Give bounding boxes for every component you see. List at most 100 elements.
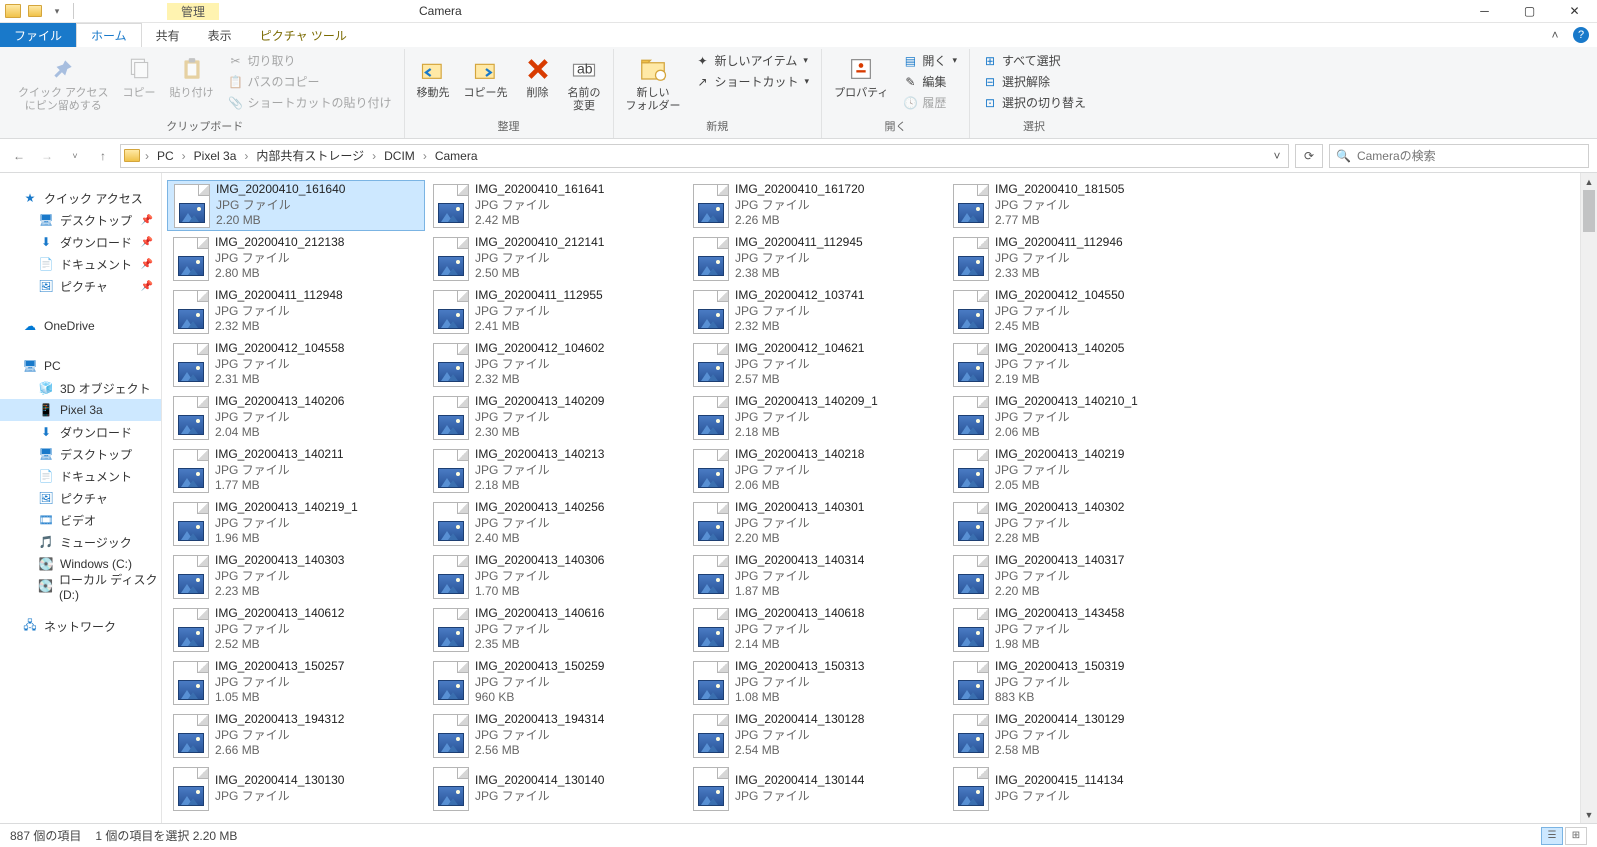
cut-button[interactable]: ✂切り取り xyxy=(224,51,396,70)
file-item[interactable]: IMG_20200413_140210_1JPG ファイル2.06 MB xyxy=(947,392,1205,443)
file-item[interactable]: IMG_20200413_140218JPG ファイル2.06 MB xyxy=(687,445,945,496)
tree-downloads2[interactable]: ⬇ダウンロード xyxy=(0,421,161,443)
open-button[interactable]: ▤開く▾ xyxy=(898,51,961,70)
help-button[interactable]: ? xyxy=(1573,27,1589,43)
file-item[interactable]: IMG_20200410_212138JPG ファイル2.80 MB xyxy=(167,233,425,284)
file-item[interactable]: IMG_20200410_212141JPG ファイル2.50 MB xyxy=(427,233,685,284)
file-item[interactable]: IMG_20200412_104621JPG ファイル2.57 MB xyxy=(687,339,945,390)
file-item[interactable]: IMG_20200413_150319JPG ファイル883 KB xyxy=(947,657,1205,708)
forward-button[interactable]: → xyxy=(36,145,58,167)
tree-music[interactable]: 🎵ミュージック xyxy=(0,531,161,553)
file-item[interactable]: IMG_20200414_130128JPG ファイル2.54 MB xyxy=(687,710,945,761)
tab-share[interactable]: 共有 xyxy=(142,23,194,47)
properties-button[interactable]: プロパティ xyxy=(830,51,892,102)
chevron-right-icon[interactable]: › xyxy=(370,149,378,163)
file-item[interactable]: IMG_20200412_104550JPG ファイル2.45 MB xyxy=(947,286,1205,337)
select-all-button[interactable]: ⊞すべて選択 xyxy=(978,51,1090,70)
navigation-tree[interactable]: ★クイック アクセス 🖥デスクトップ📌 ⬇ダウンロード📌 📄ドキュメント📌 🖼ピ… xyxy=(0,173,162,823)
file-item[interactable]: IMG_20200410_161640JPG ファイル2.20 MB xyxy=(167,180,425,231)
breadcrumb-camera[interactable]: Camera xyxy=(431,145,482,167)
file-item[interactable]: IMG_20200413_140616JPG ファイル2.35 MB xyxy=(427,604,685,655)
chevron-right-icon[interactable]: › xyxy=(242,149,250,163)
file-item[interactable]: IMG_20200413_140302JPG ファイル2.28 MB xyxy=(947,498,1205,549)
maximize-button[interactable]: ▢ xyxy=(1507,0,1552,23)
breadcrumb-dcim[interactable]: DCIM xyxy=(380,145,419,167)
file-item[interactable]: IMG_20200411_112948JPG ファイル2.32 MB xyxy=(167,286,425,337)
tree-pc[interactable]: 🖥PC xyxy=(0,355,161,377)
file-item[interactable]: IMG_20200413_140256JPG ファイル2.40 MB xyxy=(427,498,685,549)
delete-button[interactable]: 削除 xyxy=(518,51,558,102)
file-item[interactable]: IMG_20200413_140317JPG ファイル2.20 MB xyxy=(947,551,1205,602)
recent-dropdown[interactable]: ˅ xyxy=(64,145,86,167)
invert-selection-button[interactable]: ⊡選択の切り替え xyxy=(978,93,1090,112)
minimize-button[interactable]: ─ xyxy=(1462,0,1507,23)
tree-pictures2[interactable]: 🖼ピクチャ xyxy=(0,487,161,509)
breadcrumb-pc[interactable]: PC xyxy=(153,145,178,167)
tree-quick-access[interactable]: ★クイック アクセス xyxy=(0,187,161,209)
file-item[interactable]: IMG_20200415_114134JPG ファイル xyxy=(947,763,1205,814)
tab-picture-tools[interactable]: ピクチャ ツール xyxy=(246,23,361,47)
file-item[interactable]: IMG_20200413_150257JPG ファイル1.05 MB xyxy=(167,657,425,708)
breadcrumb-storage[interactable]: 内部共有ストレージ xyxy=(252,145,368,167)
scroll-up-button[interactable]: ▲ xyxy=(1581,173,1597,190)
qat-dropdown[interactable]: ▾ xyxy=(48,2,66,20)
file-item[interactable]: IMG_20200411_112945JPG ファイル2.38 MB xyxy=(687,233,945,284)
file-item[interactable]: IMG_20200412_104602JPG ファイル2.32 MB xyxy=(427,339,685,390)
file-item[interactable]: IMG_20200410_181505JPG ファイル2.77 MB xyxy=(947,180,1205,231)
file-item[interactable]: IMG_20200413_140209JPG ファイル2.30 MB xyxy=(427,392,685,443)
tree-desktop2[interactable]: 🖥デスクトップ xyxy=(0,443,161,465)
file-item[interactable]: IMG_20200411_112955JPG ファイル2.41 MB xyxy=(427,286,685,337)
file-item[interactable]: IMG_20200413_194314JPG ファイル2.56 MB xyxy=(427,710,685,761)
file-item[interactable]: IMG_20200412_104558JPG ファイル2.31 MB xyxy=(167,339,425,390)
file-item[interactable]: IMG_20200413_140213JPG ファイル2.18 MB xyxy=(427,445,685,496)
chevron-right-icon[interactable]: › xyxy=(180,149,188,163)
edit-button[interactable]: ✎編集 xyxy=(898,72,961,91)
scroll-thumb[interactable] xyxy=(1583,190,1595,232)
copy-button[interactable]: コピー xyxy=(119,51,160,102)
chevron-right-icon[interactable]: › xyxy=(421,149,429,163)
rename-button[interactable]: ab 名前の 変更 xyxy=(564,51,605,115)
file-item[interactable]: IMG_20200413_194312JPG ファイル2.66 MB xyxy=(167,710,425,761)
file-item[interactable]: IMG_20200412_103741JPG ファイル2.32 MB xyxy=(687,286,945,337)
select-none-button[interactable]: ⊟選択解除 xyxy=(978,72,1090,91)
copy-to-button[interactable]: コピー先 xyxy=(460,51,512,102)
vertical-scrollbar[interactable]: ▲ ▼ xyxy=(1580,173,1597,823)
file-item[interactable]: IMG_20200410_161641JPG ファイル2.42 MB xyxy=(427,180,685,231)
file-item[interactable]: IMG_20200413_150259JPG ファイル960 KB xyxy=(427,657,685,708)
icons-view-button[interactable]: ⊞ xyxy=(1565,827,1587,845)
file-item[interactable]: IMG_20200413_140211JPG ファイル1.77 MB xyxy=(167,445,425,496)
file-item[interactable]: IMG_20200414_130144JPG ファイル xyxy=(687,763,945,814)
file-item[interactable]: IMG_20200411_112946JPG ファイル2.33 MB xyxy=(947,233,1205,284)
file-item[interactable]: IMG_20200414_130130JPG ファイル xyxy=(167,763,425,814)
new-item-button[interactable]: ✦新しいアイテム▾ xyxy=(691,51,814,70)
file-item[interactable]: IMG_20200413_140314JPG ファイル1.87 MB xyxy=(687,551,945,602)
file-item[interactable]: IMG_20200413_140219JPG ファイル2.05 MB xyxy=(947,445,1205,496)
tab-view[interactable]: 表示 xyxy=(194,23,246,47)
file-item[interactable]: IMG_20200413_140205JPG ファイル2.19 MB xyxy=(947,339,1205,390)
close-button[interactable]: ✕ xyxy=(1552,0,1597,23)
copy-path-button[interactable]: 📋パスのコピー xyxy=(224,72,396,91)
tree-onedrive[interactable]: ☁OneDrive xyxy=(0,315,161,337)
history-button[interactable]: 🕓履歴 xyxy=(898,93,961,112)
tab-home[interactable]: ホーム xyxy=(76,23,142,47)
pin-to-quick-access-button[interactable]: クイック アクセス にピン留めする xyxy=(14,51,113,115)
tree-network[interactable]: 🖧ネットワーク xyxy=(0,615,161,637)
file-item[interactable]: IMG_20200413_143458JPG ファイル1.98 MB xyxy=(947,604,1205,655)
file-item[interactable]: IMG_20200410_161720JPG ファイル2.26 MB xyxy=(687,180,945,231)
paste-button[interactable]: 貼り付け xyxy=(166,51,218,102)
file-item[interactable]: IMG_20200413_140209_1JPG ファイル2.18 MB xyxy=(687,392,945,443)
file-item[interactable]: IMG_20200414_130140JPG ファイル xyxy=(427,763,685,814)
tree-documents[interactable]: 📄ドキュメント📌 xyxy=(0,253,161,275)
file-item[interactable]: IMG_20200413_140306JPG ファイル1.70 MB xyxy=(427,551,685,602)
file-item[interactable]: IMG_20200413_140219_1JPG ファイル1.96 MB xyxy=(167,498,425,549)
address-history-dropdown[interactable]: ˅ xyxy=(1268,149,1286,163)
file-item[interactable]: IMG_20200413_140206JPG ファイル2.04 MB xyxy=(167,392,425,443)
qat-button[interactable] xyxy=(26,2,44,20)
move-to-button[interactable]: 移動先 xyxy=(413,51,454,102)
file-item[interactable]: IMG_20200413_140618JPG ファイル2.14 MB xyxy=(687,604,945,655)
back-button[interactable]: ← xyxy=(8,145,30,167)
tree-downloads[interactable]: ⬇ダウンロード📌 xyxy=(0,231,161,253)
paste-shortcut-button[interactable]: 📎ショートカットの貼り付け xyxy=(224,93,396,112)
tree-documents2[interactable]: 📄ドキュメント xyxy=(0,465,161,487)
tree-pictures[interactable]: 🖼ピクチャ📌 xyxy=(0,275,161,297)
